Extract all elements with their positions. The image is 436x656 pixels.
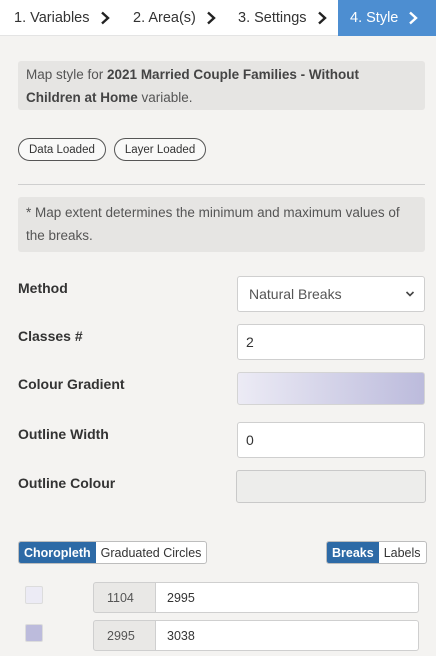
layer-loaded-badge: Layer Loaded — [113, 138, 207, 161]
classes-value: 2 — [246, 334, 254, 350]
colour-gradient-label: Colour Gradient — [18, 376, 125, 392]
outline-width-value: 0 — [246, 432, 254, 448]
status-badges: Data Loaded Layer Loaded — [18, 138, 207, 161]
labels-option[interactable]: Labels — [379, 542, 426, 563]
break-colour-swatch[interactable] — [25, 624, 43, 642]
break-lower-value: 1104 — [93, 582, 156, 613]
break-colour-swatch[interactable] — [25, 586, 43, 604]
step-areas[interactable]: 2. Area(s) — [121, 0, 224, 36]
divider — [18, 184, 425, 185]
step-areas-label: 2. Area(s) — [133, 10, 196, 26]
info-prefix: Map style for — [26, 67, 108, 82]
step-style-label: 4. Style — [350, 10, 399, 26]
chevron-right-icon — [100, 11, 110, 25]
classes-input[interactable]: 2 — [237, 324, 425, 360]
break-upper-input[interactable]: 3038 — [155, 620, 419, 651]
chevron-right-icon — [317, 11, 327, 25]
step-settings-label: 3. Settings — [238, 10, 307, 26]
choropleth-option[interactable]: Choropleth — [19, 542, 96, 563]
chevron-down-icon — [405, 291, 415, 297]
break-lower-value: 2995 — [93, 620, 156, 651]
method-select[interactable]: Natural Breaks — [237, 276, 425, 312]
step-variables[interactable]: 1. Variables — [0, 0, 121, 36]
map-type-toggle: Choropleth Graduated Circles — [18, 541, 208, 564]
outline-colour-label: Outline Colour — [18, 475, 116, 491]
outline-colour-picker[interactable] — [236, 470, 426, 503]
outline-width-label: Outline Width — [18, 426, 109, 442]
graduated-circles-option[interactable]: Graduated Circles — [96, 542, 207, 563]
chevron-right-icon — [207, 11, 216, 25]
outline-width-input[interactable]: 0 — [237, 422, 425, 458]
map-style-info: Map style for 2021 Married Couple Famili… — [18, 61, 425, 110]
breaks-labels-toggle: Breaks Labels — [326, 541, 427, 564]
chevron-right-icon — [409, 11, 419, 25]
break-row: 2995 3038 — [18, 620, 420, 651]
map-extent-note: * Map extent determines the minimum and … — [18, 197, 425, 252]
classes-label: Classes # — [18, 328, 83, 344]
style-panel: Map style for 2021 Married Couple Famili… — [0, 37, 436, 656]
method-label: Method — [18, 280, 68, 296]
break-row: 1104 2995 — [18, 582, 420, 613]
step-settings[interactable]: 3. Settings — [224, 0, 338, 36]
method-value: Natural Breaks — [249, 286, 342, 302]
step-variables-label: 1. Variables — [14, 10, 90, 26]
step-style[interactable]: 4. Style — [338, 0, 436, 36]
colour-gradient-picker[interactable] — [237, 372, 425, 405]
wizard-steps: 1. Variables 2. Area(s) 3. Settings 4. S… — [0, 0, 436, 36]
breaks-option[interactable]: Breaks — [327, 542, 379, 563]
info-suffix: variable. — [137, 90, 193, 105]
break-upper-input[interactable]: 2995 — [155, 582, 419, 613]
data-loaded-badge: Data Loaded — [18, 138, 106, 161]
